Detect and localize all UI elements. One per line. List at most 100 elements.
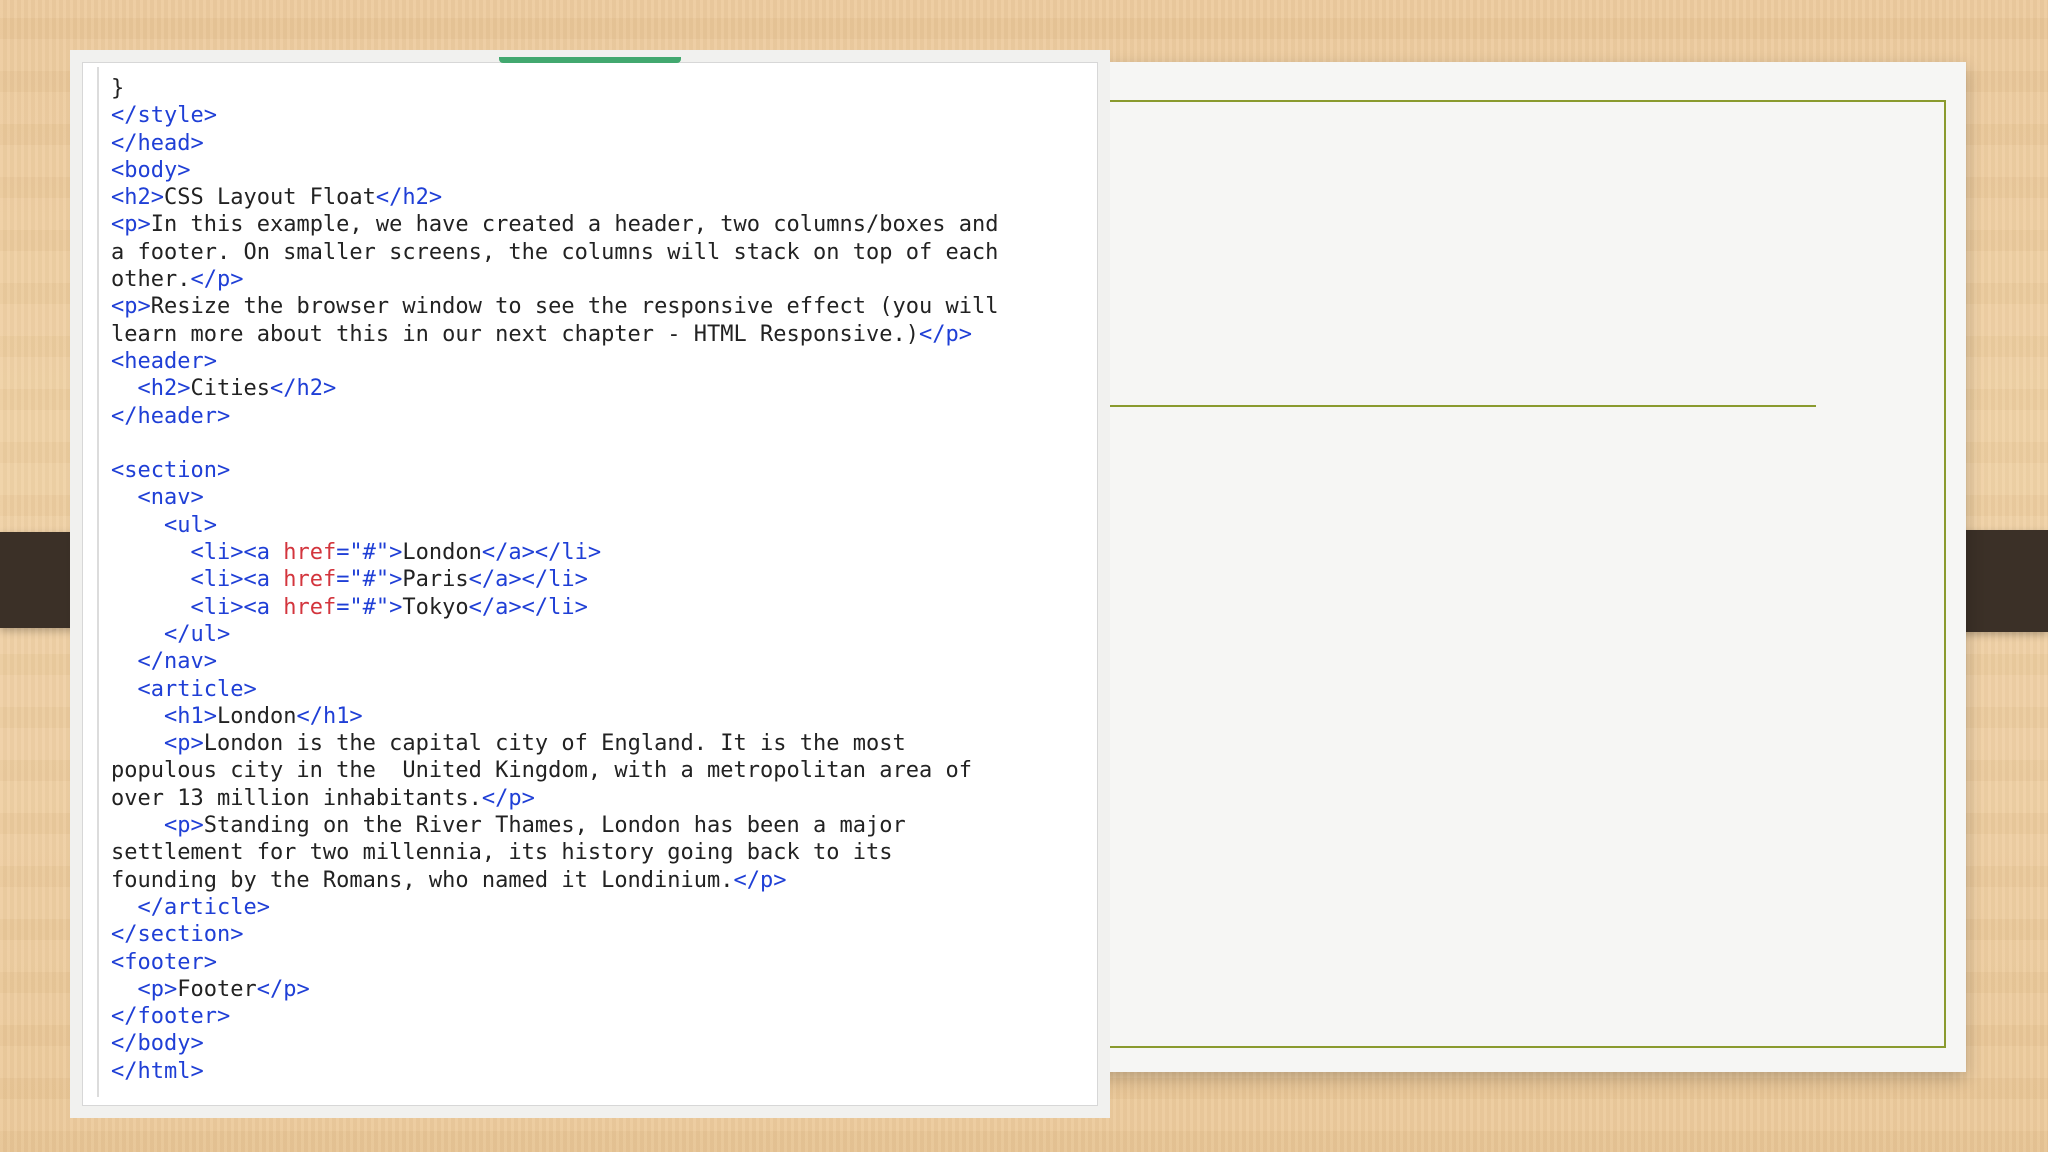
code-token: > (389, 594, 403, 620)
code-line: <body> (111, 157, 998, 184)
code-token: populous city in the United Kingdom, wit… (111, 758, 972, 784)
code-line: <p>Resize the browser window to see the … (111, 293, 998, 320)
code-token: <header> (111, 348, 217, 374)
code-line: <h2>Cities</h2> (111, 375, 998, 402)
code-token: <h2> (111, 185, 164, 211)
code-line: <p>Footer</p> (111, 976, 998, 1003)
code-token: Standing on the River Thames, London has… (203, 813, 906, 839)
code-line: <p>London is the capital city of England… (111, 730, 998, 757)
code-token: </head> (111, 130, 204, 156)
code-line: learn more about this in our next chapte… (111, 321, 998, 348)
code-line: <li><a href="#">Paris</a></li> (111, 566, 998, 593)
code-line: </body> (111, 1030, 998, 1057)
code-token: other. (111, 267, 191, 293)
code-token: </p> (918, 321, 972, 347)
code-line: populous city in the United Kingdom, wit… (111, 757, 998, 784)
code-token: settlement for two millennia, its histor… (111, 840, 893, 866)
code-token: </a></li> (468, 594, 588, 620)
code-token: </a></li> (481, 540, 602, 566)
code-line: </article> (111, 894, 998, 921)
code-line: a footer. On smaller screens, the column… (111, 239, 998, 266)
code-line: } (111, 75, 998, 102)
code-token: ="#" (336, 594, 390, 620)
code-line: <p>Standing on the River Thames, London … (111, 812, 998, 839)
code-token: </p> (190, 267, 244, 293)
code-top-accent (499, 57, 681, 63)
code-token: <p> (111, 294, 151, 320)
code-token: <section> (111, 458, 231, 484)
code-token: </footer> (111, 1004, 231, 1030)
code-line: <nav> (111, 484, 998, 511)
code-token: <h1> (163, 703, 217, 729)
code-token: Cities (190, 376, 270, 402)
code-line: </nav> (111, 648, 998, 675)
code-token: <p> (163, 813, 204, 839)
code-token: </a></li> (468, 567, 588, 593)
code-token: </header> (111, 403, 231, 429)
code-line: </footer> (111, 1003, 998, 1030)
code-token: </p> (481, 785, 535, 811)
code-line: </header> (111, 403, 998, 430)
code-line: settlement for two millennia, its histor… (111, 839, 998, 866)
code-line: <section> (111, 457, 998, 484)
code-line: </head> (111, 130, 998, 157)
code-line: </ul> (111, 621, 998, 648)
code-token: </style> (111, 103, 217, 129)
code-line: </section> (111, 921, 998, 948)
code-token: <p> (111, 212, 151, 238)
code-line: <article> (111, 676, 998, 703)
code-token: href (283, 567, 337, 593)
code-token: ="#" (336, 567, 390, 593)
code-line: <footer> (111, 949, 998, 976)
code-token: <footer> (111, 949, 217, 975)
code-token: London (402, 540, 482, 566)
title-divider (1096, 405, 1816, 407)
code-token: In this example, we have created a heade… (150, 212, 999, 238)
code-token: <p> (137, 976, 178, 1002)
code-token: </ul> (163, 621, 231, 647)
code-token: London is the capital city of England. I… (203, 731, 906, 757)
code-token: </article> (137, 894, 270, 920)
code-token: </p> (733, 867, 787, 893)
code-token: learn more about this in our next chapte… (111, 321, 919, 347)
code-token: </body> (111, 1031, 204, 1057)
code-token: </nav> (137, 649, 217, 675)
code-token: <article> (137, 676, 257, 702)
code-line: </html> (111, 1058, 998, 1085)
code-token: </h2> (269, 376, 337, 402)
code-token: <body> (111, 157, 191, 183)
code-token: </h1> (296, 703, 363, 729)
code-line: <h1>London</h1> (111, 703, 998, 730)
code-token: <nav> (137, 485, 204, 511)
code-token: ="#" (336, 540, 390, 566)
code-token: Footer (177, 976, 257, 1002)
code-token: founding by the Romans, who named it Lon… (111, 867, 734, 893)
code-line: other.</p> (111, 266, 998, 293)
code-token: href (283, 594, 337, 620)
code-gutter (97, 67, 99, 1097)
code-token: </h2> (375, 185, 443, 211)
code-line: <h2>CSS Layout Float</h2> (111, 184, 998, 211)
code-token: </section> (111, 922, 244, 948)
code-token: href (283, 540, 337, 566)
code-token: <li><a (190, 567, 284, 593)
code-token: <p> (163, 731, 204, 757)
code-token: </p> (256, 976, 310, 1002)
code-token: <h2> (137, 376, 191, 402)
code-line: founding by the Romans, who named it Lon… (111, 867, 998, 894)
code-screenshot: } </style> </head> <body> <h2>CSS Layout Flo… (82, 57, 1098, 1106)
code-line: <li><a href="#">Tokyo</a></li> (111, 594, 998, 621)
code-line: </style> (111, 102, 998, 129)
code-token: over 13 million inhabitants. (111, 785, 482, 811)
code-line: <p>In this example, we have created a he… (111, 211, 998, 238)
